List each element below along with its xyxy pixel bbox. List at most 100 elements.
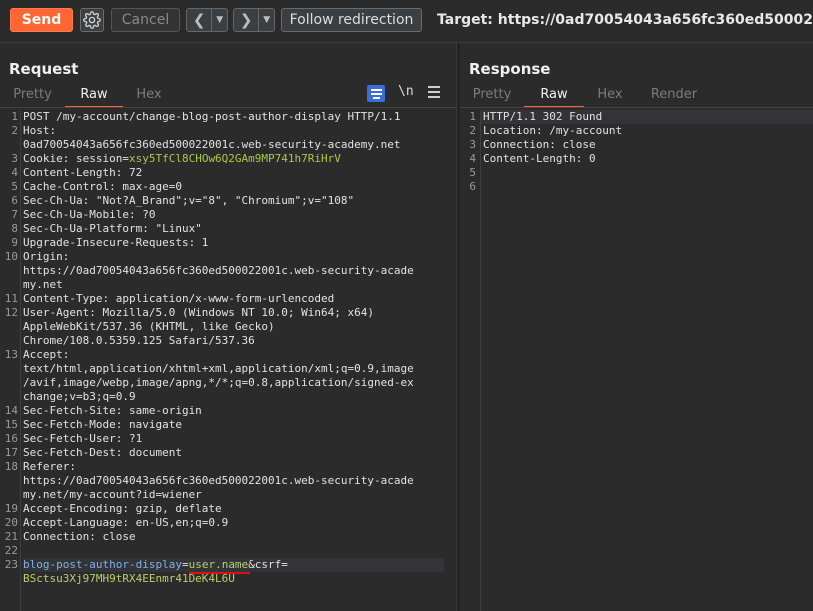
line-number: 15 [4,418,18,431]
request-line: text/html,application/xhtml+xml,applicat… [23,362,414,375]
forward-arrow-icon[interactable]: ❯ [234,9,260,31]
request-line-numbers: 1 2 3 4 5 6 7 8 9 10 11 12 13 14 15 16 17 18 19 20 21 22 23 [0,110,18,586]
request-line: AppleWebKit/537.36 (KHTML, like Gecko) [23,320,275,333]
request-line: Cookie: session=xsy5TfCl8CHOw6Q2GAm9MP74… [23,152,341,165]
line-number: 4 [469,152,476,165]
line-number [0,264,18,278]
line-number: 13 [4,348,18,361]
line-number: 1 [11,110,18,123]
request-line: https://0ad70054043a656fc360ed500022001c… [23,264,414,277]
cancel-button[interactable]: Cancel [111,8,180,32]
line-number: 2 [469,124,476,137]
request-line: POST /my-account/change-blog-post-author… [23,110,401,123]
request-line: Accept-Language: en-US,en;q=0.9 [23,516,229,529]
request-tab-raw[interactable]: Raw [65,85,123,108]
send-button[interactable]: Send [10,8,73,32]
line-number [0,334,18,348]
response-line: HTTP/1.1 302 Found [483,110,603,123]
response-line [483,180,803,194]
request-line: Sec-Ch-Ua: "Not?A_Brand";v="8", "Chromiu… [23,194,355,207]
request-line: Sec-Ch-Ua-Platform: "Linux" [23,222,202,235]
request-line: change;v=b3;q=0.9 [23,390,136,403]
request-line: Connection: close [23,530,136,543]
response-tab-render[interactable]: Render [636,85,712,107]
response-tab-raw[interactable]: Raw [524,85,584,108]
response-line: Location: /my-account [483,124,623,137]
line-number: 10 [4,250,18,263]
response-tab-pretty[interactable]: Pretty [460,85,524,107]
request-line: Origin: [23,250,70,263]
line-number: 17 [4,446,18,459]
line-number: 5 [11,180,18,193]
request-line: 0ad70054043a656fc360ed500022001c.web-sec… [23,138,401,151]
line-number: 2 [11,124,18,137]
request-line: BSctsu3Xj97MH9tRX4EEnmr41DeK4L6U [23,572,445,586]
back-navigation: ❮ ▼ [186,8,228,32]
annotation-underline [188,572,251,574]
request-line [23,544,445,558]
line-number: 5 [469,166,476,179]
request-tab-pretty[interactable]: Pretty [0,85,65,107]
back-history-dropdown-icon[interactable]: ▼ [212,9,227,31]
request-line: my.net [23,278,63,291]
line-number: 8 [11,222,18,235]
param-name: blog-post-author-display [23,558,182,571]
line-number [0,488,18,502]
word-wrap-icon[interactable] [367,85,385,102]
line-number: 6 [11,194,18,207]
line-number: 14 [4,404,18,417]
request-raw-text[interactable]: POST /my-account/change-blog-post-author… [23,110,445,586]
request-line: Host: [23,124,57,137]
toolbar-divider [0,42,813,43]
line-number: 18 [4,460,18,473]
show-newlines-toggle[interactable]: \n [398,84,414,99]
request-line: /avif,image/webp,image/apng,*/*;q=0.8,ap… [23,376,414,389]
back-arrow-icon[interactable]: ❮ [187,9,213,31]
request-line: Sec-Fetch-Site: same-origin [23,404,202,417]
line-number: 4 [11,166,18,179]
line-number [0,362,18,376]
response-line: Content-Length: 0 [483,152,596,165]
request-line: Sec-Fetch-User: ?1 [23,432,143,445]
request-tabs-divider [0,107,456,108]
target-url[interactable]: Target: https://0ad70054043a656fc360ed50… [437,12,813,28]
line-number: 1 [469,110,476,123]
line-number: 3 [469,138,476,151]
line-number: 20 [4,516,18,529]
request-line: Upgrade-Insecure-Requests: 1 [23,236,209,249]
line-number: 3 [11,152,18,165]
request-line: blog-post-author-display=user.name&csrf= [23,558,445,572]
settings-button[interactable] [80,8,104,32]
toolbar: Send Cancel ❮ ▼ ❯ ▼ Follow redirection T… [0,0,813,42]
line-number: 12 [4,306,18,319]
request-tab-hex[interactable]: Hex [123,85,175,107]
line-number [0,138,18,152]
request-line: Referer: [23,460,76,473]
response-editor[interactable]: 123456 HTTP/1.1 302 Found Location: /my-a… [460,110,813,210]
param-separator: &csrf= [248,558,288,571]
request-line: Cache-Control: max-age=0 [23,180,182,193]
hamburger-menu-icon[interactable] [428,86,440,98]
request-line: Content-Length: 72 [23,166,143,179]
response-raw-text[interactable]: HTTP/1.1 302 Found Location: /my-account C… [483,110,803,194]
forward-navigation: ❯ ▼ [233,8,275,32]
response-line-numbers: 123456 [460,110,476,194]
gear-icon [83,11,101,29]
request-line: Sec-Fetch-Mode: navigate [23,418,182,431]
param-value: user.name [188,558,249,571]
line-number [0,572,18,586]
line-number: 16 [4,432,18,445]
request-editor[interactable]: 1 2 3 4 5 6 7 8 9 10 11 12 13 14 15 16 17 18 19 20 21 22 23 PO… [0,110,456,590]
response-view-tabs: Pretty Raw Hex Render [460,85,712,108]
line-number: 6 [469,180,476,193]
line-number: 19 [4,502,18,515]
line-number: 7 [11,208,18,221]
line-number [0,474,18,488]
response-title: Response [469,60,551,78]
forward-history-dropdown-icon[interactable]: ▼ [259,9,274,31]
follow-redirection-button[interactable]: Follow redirection [281,8,422,32]
request-line: Accept-Encoding: gzip, deflate [23,502,222,515]
request-view-tabs: Pretty Raw Hex [0,85,175,108]
response-tab-hex[interactable]: Hex [584,85,636,107]
request-line: https://0ad70054043a656fc360ed500022001c… [23,474,414,487]
